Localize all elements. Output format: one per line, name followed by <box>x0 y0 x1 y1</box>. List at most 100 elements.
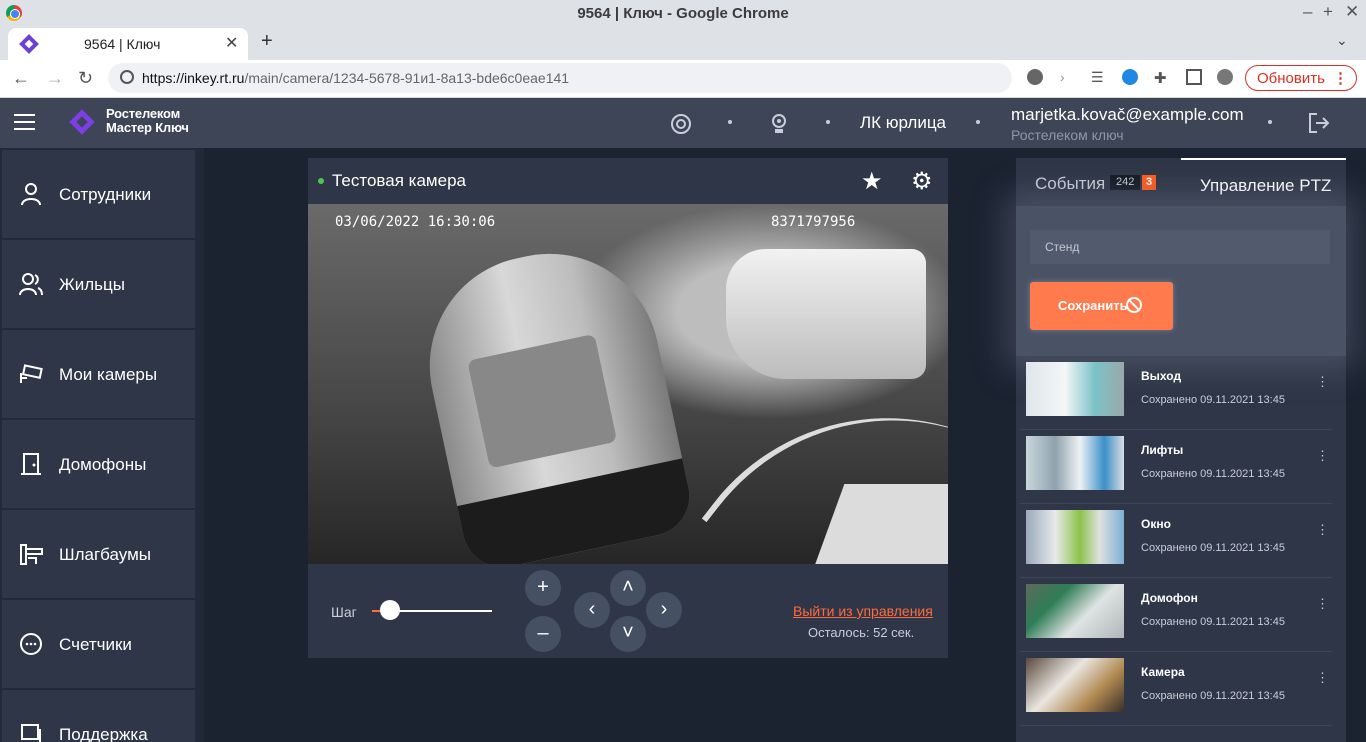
sidebar-item-barriers[interactable]: Шлагбаумы <box>2 510 195 598</box>
preset-name: Лифты <box>1141 443 1184 457</box>
extensions-puzzle-icon[interactable]: ✚ <box>1154 69 1170 87</box>
app-header: Ростелеком Мастер Ключ ЛК юрлица marjetk… <box>0 98 1366 148</box>
camera-icon <box>20 364 43 383</box>
support-lifebuoy-icon[interactable] <box>670 113 692 135</box>
maximize-icon[interactable]: + <box>1323 2 1333 22</box>
sidebar-item-cameras[interactable]: Мои камеры <box>2 330 195 418</box>
separator-dot <box>728 120 732 124</box>
sidebar-item-label: Домофоны <box>59 455 147 474</box>
menu-burger-icon[interactable] <box>14 114 35 131</box>
preset-form: Сохранить <box>1016 206 1346 356</box>
sidebar-item-support[interactable]: Поддержка <box>2 690 195 742</box>
video-osd-id: 8371797956 <box>771 214 856 230</box>
barrier-icon <box>20 544 43 565</box>
save-preset-button[interactable]: Сохранить <box>1030 282 1173 330</box>
preset-saved-date: Сохранено 09.11.2021 13:45 <box>1141 394 1285 406</box>
extension-1-icon[interactable] <box>1027 69 1043 85</box>
window-title: 9564 | Ключ - Google Chrome <box>577 5 789 22</box>
right-panel: События 242 3 Управление PTZ Сохранить В… <box>1016 158 1346 742</box>
exit-control-link[interactable]: Выйти из управления <box>793 603 933 619</box>
window-titlebar: 9564 | Ключ - Google Chrome – + ✕ <box>0 0 1366 26</box>
preset-thumbnail <box>1026 436 1124 490</box>
person-icon <box>21 183 41 206</box>
reload-icon[interactable]: ↻ <box>78 68 93 89</box>
sidebar-item-label: Поддержка <box>59 725 148 742</box>
preset-more-icon[interactable]: ⋮ <box>1316 670 1329 686</box>
tilt-up-button[interactable]: ˄ <box>610 570 646 606</box>
separator-dot <box>1268 120 1272 124</box>
preset-saved-date: Сохранено 09.11.2021 13:45 <box>1141 542 1285 554</box>
new-tab-icon[interactable]: + <box>261 30 273 53</box>
pan-right-button[interactable]: › <box>646 592 682 628</box>
preset-saved-date: Сохранено 09.11.2021 13:45 <box>1141 616 1285 628</box>
side-panel-icon[interactable] <box>1186 69 1202 85</box>
remaining-time: Осталось: 52 сек. <box>808 625 915 640</box>
browser-tab[interactable]: 9564 | Ключ ✕ <box>8 28 248 60</box>
preset-name-input[interactable] <box>1030 230 1330 264</box>
sidebar-item-intercoms[interactable]: Домофоны <box>2 420 195 508</box>
sidebar-item-residents[interactable]: Жильцы <box>2 240 195 328</box>
preset-thumbnail <box>1026 658 1124 712</box>
preset-more-icon[interactable]: ⋮ <box>1316 448 1329 464</box>
step-slider-thumb[interactable] <box>380 600 400 620</box>
disabled-icon <box>1126 297 1142 313</box>
webcam-icon[interactable] <box>770 113 788 135</box>
meter-icon <box>20 633 42 655</box>
events-count-badge: 242 <box>1110 175 1141 190</box>
back-icon[interactable]: ← <box>12 68 30 89</box>
preset-name: Домофон <box>1141 591 1198 605</box>
chat-icon <box>21 724 41 742</box>
sidebar-item-label: Шлагбаумы <box>59 545 151 564</box>
preset-item[interactable]: Выход Сохранено 09.11.2021 13:45 ⋮ <box>1020 356 1332 430</box>
preset-saved-date: Сохранено 09.11.2021 13:45 <box>1141 690 1285 702</box>
zoom-out-button[interactable]: – <box>525 616 561 652</box>
forward-icon[interactable]: → <box>46 68 64 89</box>
profile-avatar-icon[interactable] <box>1217 69 1233 85</box>
site-info-icon[interactable] <box>120 70 134 84</box>
events-new-badge: 3 <box>1142 175 1157 190</box>
settings-gear-icon[interactable]: ⚙ <box>911 167 933 196</box>
user-email[interactable]: marjetka.kovač@example.com <box>1011 105 1244 125</box>
minimize-icon[interactable]: – <box>1303 2 1312 22</box>
preset-more-icon[interactable]: ⋮ <box>1316 374 1329 390</box>
sidebar-item-meters[interactable]: Счетчики <box>2 600 195 688</box>
sidebar-item-label: Счетчики <box>59 635 132 654</box>
preset-item[interactable]: Камера Сохранено 09.11.2021 13:45 ⋮ <box>1020 652 1332 726</box>
favorite-star-icon[interactable]: ★ <box>861 167 883 196</box>
url-input[interactable]: https://inkey.rt.ru/main/camera/1234-567… <box>108 63 1012 93</box>
preset-name: Окно <box>1141 517 1171 531</box>
tab-ptz-control[interactable]: Управление PTZ <box>1181 158 1346 206</box>
preset-saved-date: Сохранено 09.11.2021 13:45 <box>1141 468 1285 480</box>
zoom-in-button[interactable]: + <box>525 570 561 606</box>
preset-item[interactable]: Лифты Сохранено 09.11.2021 13:45 ⋮ <box>1020 430 1332 504</box>
camera-video-stream[interactable]: 03/06/2022 16:30:06 8371797956 <box>308 204 948 564</box>
tilt-down-button[interactable]: ˅ <box>610 616 646 652</box>
close-window-icon[interactable]: ✕ <box>1345 2 1359 22</box>
tab-search-chevron-icon[interactable]: ⌄ <box>1336 32 1348 49</box>
preset-item[interactable]: Окно Сохранено 09.11.2021 13:45 ⋮ <box>1020 504 1332 578</box>
logout-icon[interactable] <box>1307 111 1331 135</box>
preset-more-icon[interactable]: ⋮ <box>1316 522 1329 538</box>
account-type[interactable]: ЛК юрлица <box>860 113 946 133</box>
preset-item[interactable]: Домофон Сохранено 09.11.2021 13:45 ⋮ <box>1020 578 1332 652</box>
camera-title: Тестовая камера <box>332 171 466 190</box>
update-button[interactable]: Обновить ⋮ <box>1245 65 1357 91</box>
preset-more-icon[interactable]: ⋮ <box>1316 596 1329 612</box>
tab-events[interactable]: События 242 3 <box>1016 158 1181 206</box>
preset-thumbnail <box>1026 584 1124 638</box>
tab-ptz-label: Управление PTZ <box>1200 176 1332 195</box>
online-status-icon <box>318 178 324 184</box>
extension-2-icon[interactable] <box>1122 69 1138 85</box>
tab-title: 9564 | Ключ <box>84 36 161 52</box>
video-osd-datetime: 03/06/2022 16:30:06 <box>335 214 496 230</box>
tab-close-icon[interactable]: ✕ <box>225 33 238 53</box>
preset-thumbnail <box>1026 510 1124 564</box>
pan-left-button[interactable]: ‹ <box>574 592 610 628</box>
site-favicon-icon <box>19 34 39 54</box>
video-scene-cylinder <box>409 233 697 564</box>
chevron-right-icon[interactable]: › <box>1060 69 1076 85</box>
preset-thumbnail <box>1026 362 1124 416</box>
video-scene-camera <box>726 249 926 379</box>
reading-list-icon[interactable]: ☰ <box>1091 69 1107 85</box>
sidebar-item-employees[interactable]: Сотрудники <box>2 150 195 238</box>
